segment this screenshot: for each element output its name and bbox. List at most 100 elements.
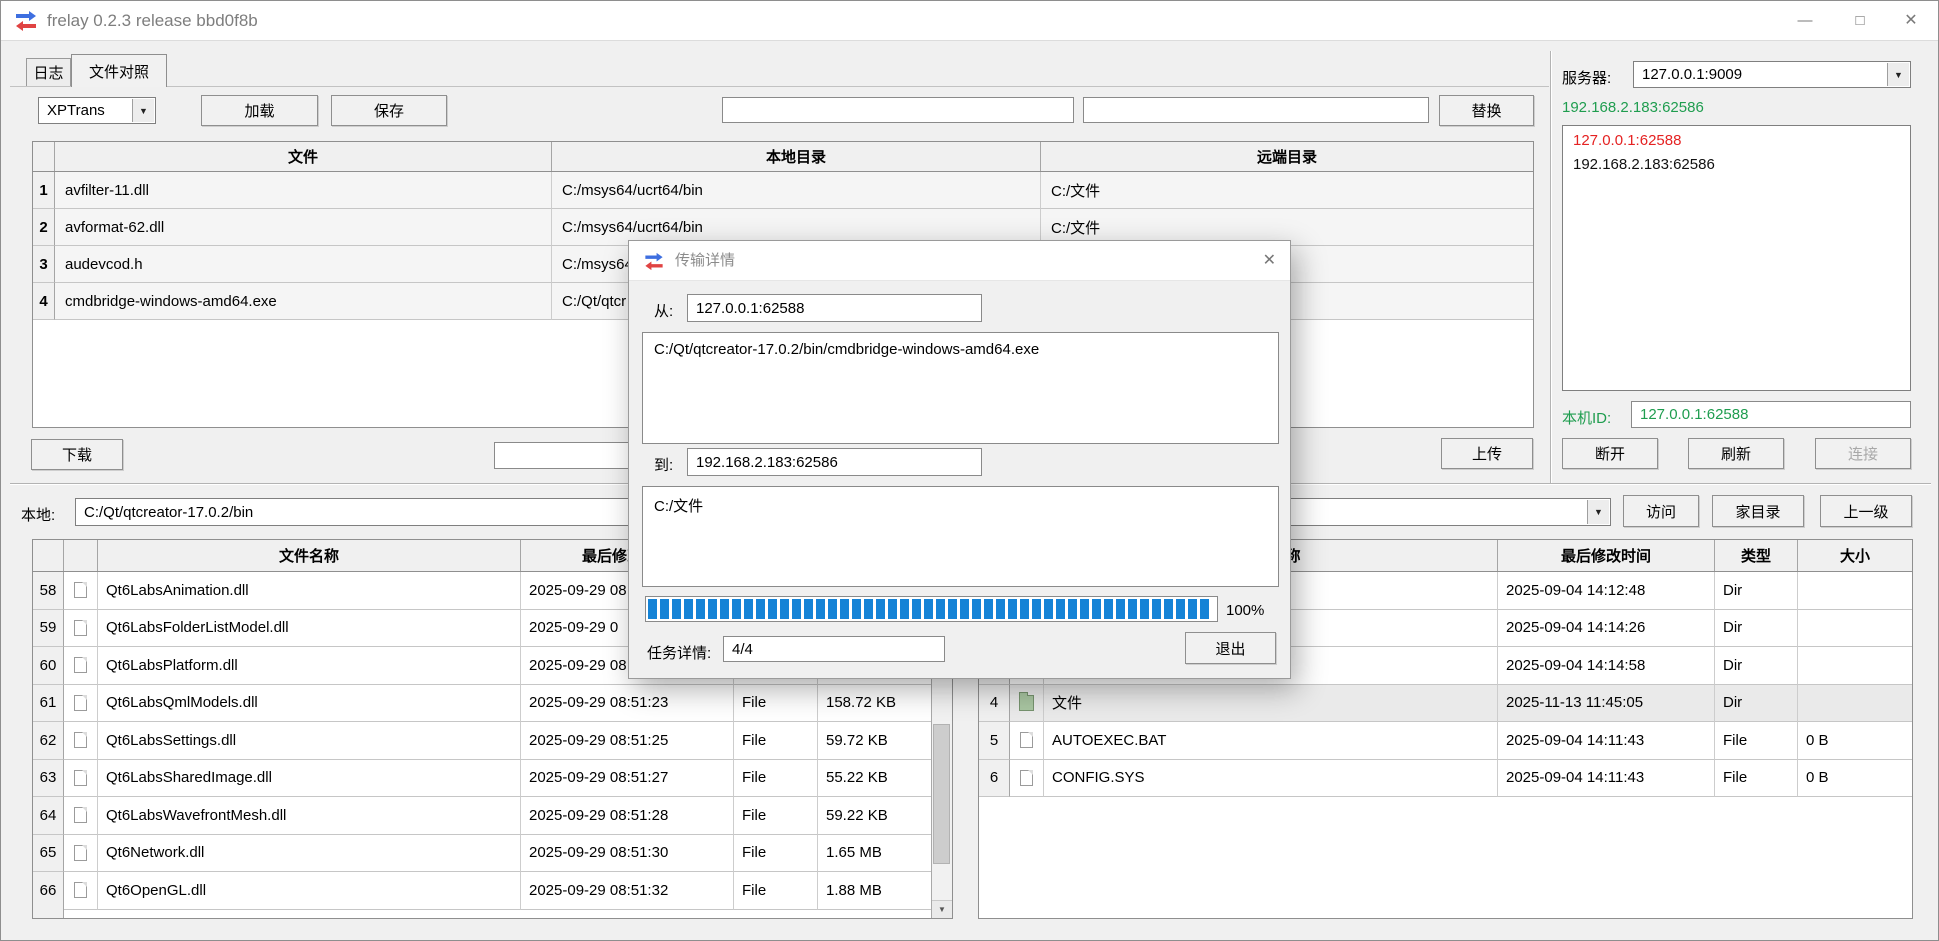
home-dir-button[interactable]: 家目录 <box>1712 495 1804 527</box>
tab-file-compare[interactable]: 文件对照 <box>71 54 167 87</box>
corner-cell <box>33 142 55 171</box>
window-title: frelay 0.2.3 release bbd0f8b <box>47 1 258 41</box>
close-icon[interactable]: ✕ <box>1888 1 1934 41</box>
table-row[interactable]: 1 avfilter-11.dll C:/msys64/ucrt64/bin C… <box>33 172 1533 209</box>
cell-file: avformat-62.dll <box>55 209 552 246</box>
cell-type: File <box>734 872 818 910</box>
progress-segment <box>852 599 861 619</box>
col-file[interactable]: 文件 <box>55 142 552 171</box>
cell-modified: 2025-09-04 14:11:43 <box>1498 722 1715 760</box>
table-row[interactable]: 5 AUTOEXEC.BAT 2025-09-04 14:11:43 File … <box>979 722 1912 760</box>
local-id-label: 本机ID: <box>1562 407 1611 428</box>
progress-segment <box>960 599 969 619</box>
progress-segment <box>840 599 849 619</box>
preset-combobox[interactable]: XPTrans ▼ <box>38 97 156 124</box>
col-size[interactable]: 大小 <box>1798 540 1912 571</box>
icon-cell <box>1010 760 1044 798</box>
progress-segment <box>816 599 825 619</box>
folder-icon <box>1019 695 1034 711</box>
upload-button[interactable]: 上传 <box>1441 438 1533 469</box>
progress-segment <box>768 599 777 619</box>
preset-value: XPTrans <box>47 102 105 119</box>
cell-type: File <box>734 685 818 723</box>
cell-file: avfilter-11.dll <box>55 172 552 209</box>
from-address-field[interactable]: 127.0.0.1:62588 <box>687 294 982 322</box>
progress-bar <box>645 596 1218 622</box>
local-path-label: 本地: <box>21 504 55 525</box>
cell-file: cmdbridge-windows-amd64.exe <box>55 283 552 320</box>
table-row[interactable]: 64 Qt6LabsWavefrontMesh.dll 2025-09-29 0… <box>33 797 931 835</box>
load-button[interactable]: 加载 <box>201 95 318 126</box>
icon-cell <box>64 835 98 873</box>
col-type[interactable]: 类型 <box>1715 540 1798 571</box>
list-item[interactable]: 127.0.0.1:62588 <box>1563 129 1910 153</box>
cell-modified: 2025-09-29 08:51:28 <box>521 797 734 835</box>
to-path-textarea[interactable]: C:/文件 <box>642 486 1279 587</box>
tab-log[interactable]: 日志 <box>26 58 71 86</box>
progress-segment <box>924 599 933 619</box>
local-path-value: C:/Qt/qtcreator-17.0.2/bin <box>84 504 253 521</box>
replace-button[interactable]: 替换 <box>1439 95 1534 126</box>
cell-name: Qt6OpenGL.dll <box>98 872 521 910</box>
connect-button[interactable]: 连接 <box>1815 438 1911 469</box>
download-button[interactable]: 下载 <box>31 439 123 470</box>
col-remote-dir[interactable]: 远端目录 <box>1041 142 1533 171</box>
icon-cell <box>64 572 98 610</box>
table-row[interactable]: 66 Qt6OpenGL.dll 2025-09-29 08:51:32 Fil… <box>33 872 931 910</box>
table-row[interactable]: 4 文件 2025-11-13 11:45:05 Dir <box>979 685 1912 723</box>
progress-segment <box>972 599 981 619</box>
table-row[interactable]: 63 Qt6LabsSharedImage.dll 2025-09-29 08:… <box>33 760 931 798</box>
table-row[interactable]: 62 Qt6LabsSettings.dll 2025-09-29 08:51:… <box>33 722 931 760</box>
up-level-button[interactable]: 上一级 <box>1820 495 1912 527</box>
row-number: 4 <box>33 283 55 320</box>
progress-segment <box>1032 599 1041 619</box>
task-details-field[interactable]: 4/4 <box>723 636 945 662</box>
progress-segment <box>792 599 801 619</box>
tab-baseline <box>10 86 1549 87</box>
row-number: 3 <box>33 246 55 283</box>
col-file-name[interactable]: 文件名称 <box>98 540 521 571</box>
replace-input[interactable] <box>1083 97 1429 123</box>
cell-name: Qt6LabsFolderListModel.dll <box>98 610 521 648</box>
compare-filter-input[interactable] <box>494 442 641 469</box>
col-modified[interactable]: 最后修改时间 <box>1498 540 1715 571</box>
progress-segment <box>720 599 729 619</box>
table-row[interactable]: 61 Qt6LabsQmlModels.dll 2025-09-29 08:51… <box>33 685 931 723</box>
row-number: 4 <box>979 685 1010 723</box>
progress-segment <box>1008 599 1017 619</box>
dialog-title: 传输详情 <box>675 241 735 281</box>
scroll-down-icon[interactable]: ▼ <box>932 900 952 918</box>
cell-modified: 2025-09-29 08:51:30 <box>521 835 734 873</box>
exit-button[interactable]: 退出 <box>1185 632 1276 664</box>
progress-segment <box>864 599 873 619</box>
progress-segment <box>1056 599 1065 619</box>
cell-type: Dir <box>1715 647 1798 685</box>
progress-segment <box>1020 599 1029 619</box>
visit-button[interactable]: 访问 <box>1623 495 1699 527</box>
find-input[interactable] <box>722 97 1074 123</box>
minimize-icon[interactable]: — <box>1782 1 1828 41</box>
progress-segment <box>1104 599 1113 619</box>
progress-segment <box>756 599 765 619</box>
scrollbar-thumb[interactable] <box>933 724 950 864</box>
progress-segment <box>1092 599 1101 619</box>
col-local-dir[interactable]: 本地目录 <box>552 142 1041 171</box>
save-button[interactable]: 保存 <box>331 95 447 126</box>
cell-size: 1.65 MB <box>818 835 931 873</box>
file-icon <box>74 695 87 711</box>
cell-type: Dir <box>1715 685 1798 723</box>
maximize-icon[interactable]: □ <box>1837 1 1883 41</box>
from-path-textarea[interactable]: C:/Qt/qtcreator-17.0.2/bin/cmdbridge-win… <box>642 332 1279 444</box>
file-icon <box>74 882 87 898</box>
refresh-button[interactable]: 刷新 <box>1688 438 1784 469</box>
cell-size: 1.88 MB <box>818 872 931 910</box>
to-address-field[interactable]: 192.168.2.183:62586 <box>687 448 982 476</box>
table-row[interactable]: 6 CONFIG.SYS 2025-09-04 14:11:43 File 0 … <box>979 760 1912 798</box>
dialog-close-icon[interactable]: ✕ <box>1263 241 1276 281</box>
server-combobox[interactable]: 127.0.0.1:9009 ▼ <box>1633 61 1911 88</box>
title-bar: frelay 0.2.3 release bbd0f8b — □ ✕ <box>1 1 1938 41</box>
disconnect-button[interactable]: 断开 <box>1562 438 1658 469</box>
progress-segment <box>744 599 753 619</box>
table-row[interactable]: 65 Qt6Network.dll 2025-09-29 08:51:30 Fi… <box>33 835 931 873</box>
list-item[interactable]: 192.168.2.183:62586 <box>1563 153 1910 177</box>
